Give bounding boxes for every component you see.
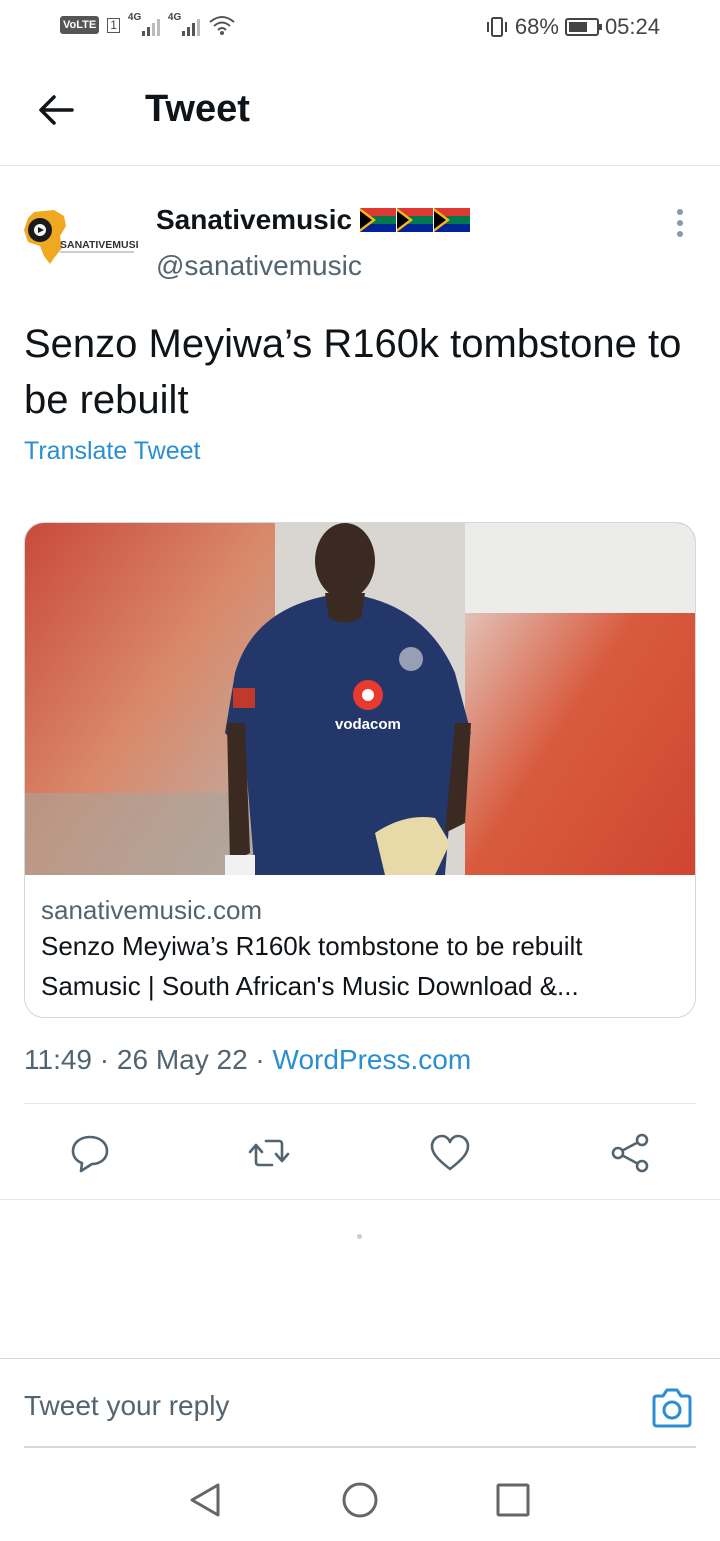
tweet-text: Senzo Meyiwa’s R160k tombstone to be reb… bbox=[24, 322, 682, 422]
top-app-bar: Tweet bbox=[0, 56, 720, 166]
card-domain[interactable]: sanativemusic.com bbox=[41, 895, 262, 926]
card-description[interactable]: Samusic | South African's Music Download… bbox=[41, 971, 681, 1002]
status-bar: VoLTE 1 4G 4G 68% 05:24 bbox=[0, 0, 720, 56]
retweet-icon[interactable] bbox=[248, 1132, 290, 1174]
comment-icon[interactable] bbox=[69, 1132, 111, 1174]
camera-icon[interactable] bbox=[650, 1387, 694, 1429]
tweet-time: 11:49 bbox=[24, 1044, 92, 1075]
tweet-date: 26 May 22 bbox=[116, 1044, 248, 1075]
reply-input[interactable]: Tweet your reply bbox=[24, 1390, 229, 1422]
sim-indicator: 1 bbox=[107, 17, 120, 33]
triangle-back-icon[interactable] bbox=[186, 1480, 226, 1520]
signal-icon: 4G bbox=[127, 12, 160, 36]
network-type-1: 4G bbox=[127, 12, 142, 23]
jersey-brand-text: vodacom bbox=[335, 716, 401, 733]
article-image[interactable]: vodacom bbox=[25, 523, 696, 875]
avatar-logo-text: SANATIVEMUSIC bbox=[60, 239, 138, 251]
clock: 05:24 bbox=[604, 14, 660, 39]
more-vertical-icon[interactable] bbox=[670, 208, 690, 238]
status-left: VoLTE 1 4G 4G bbox=[60, 12, 236, 36]
south-africa-flag-icon bbox=[360, 208, 397, 232]
avatar[interactable]: SANATIVEMUSIC bbox=[20, 206, 147, 266]
loading-indicator bbox=[357, 1234, 362, 1239]
battery-icon bbox=[564, 18, 602, 36]
translate-tweet-link[interactable]: Translate Tweet bbox=[24, 437, 200, 466]
status-right: 68% 05:24 bbox=[485, 14, 660, 40]
network-type-2: 4G bbox=[167, 12, 182, 23]
square-recents-icon[interactable] bbox=[493, 1480, 533, 1520]
link-preview-card[interactable]: vodacom sanativemusic.com Senzo Meyiwa’s… bbox=[24, 522, 696, 1018]
tweet-actions-bar bbox=[0, 1104, 720, 1200]
volte-badge: VoLTE bbox=[60, 16, 100, 34]
separator: · bbox=[255, 1044, 265, 1075]
page-title: Tweet bbox=[145, 88, 250, 130]
author-name[interactable]: Sanativemusic bbox=[156, 204, 471, 236]
divider bbox=[0, 1358, 720, 1359]
vibrate-icon bbox=[486, 17, 507, 37]
heart-icon[interactable] bbox=[429, 1132, 471, 1174]
flag-emojis bbox=[360, 207, 471, 233]
system-nav-bar bbox=[0, 1458, 720, 1541]
wifi-icon bbox=[209, 16, 235, 35]
card-title[interactable]: Senzo Meyiwa’s R160k tombstone to be reb… bbox=[41, 931, 582, 962]
south-africa-flag-icon bbox=[434, 208, 471, 232]
circle-home-icon[interactable] bbox=[340, 1480, 380, 1520]
tweet-timestamp: 11:49 · 26 May 22 · WordPress.com bbox=[24, 1044, 471, 1076]
south-africa-flag-icon bbox=[397, 208, 434, 232]
tweet-source-link[interactable]: WordPress.com bbox=[273, 1044, 472, 1075]
separator: · bbox=[99, 1044, 110, 1075]
battery-percent: 68% bbox=[514, 14, 559, 39]
reply-underline bbox=[24, 1446, 696, 1448]
arrow-left-icon[interactable] bbox=[36, 90, 76, 130]
share-icon[interactable] bbox=[609, 1132, 651, 1174]
author-handle[interactable]: @sanativemusic bbox=[156, 250, 362, 282]
author-name-text[interactable]: Sanativemusic bbox=[156, 204, 352, 236]
signal-icon: 4G bbox=[167, 12, 200, 36]
